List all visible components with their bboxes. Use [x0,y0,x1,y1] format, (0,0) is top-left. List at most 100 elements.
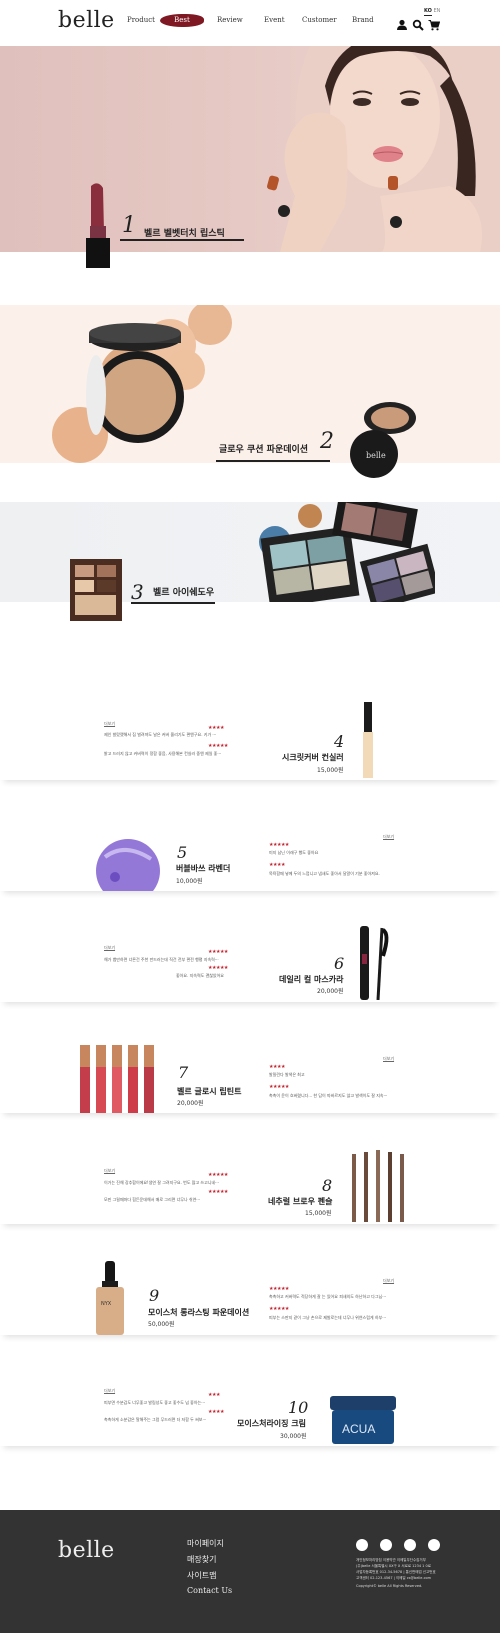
review-text: 촉촉하고 커버력도 적당하게 잘 는 있어요 피새의도 하난하고 다그님··· [269,1294,387,1299]
product-number: 10 [288,1398,309,1417]
footer-link-store-finder[interactable]: 매장찾기 [187,1554,216,1565]
language-switch[interactable]: KO EN [424,8,441,16]
product-card[interactable]: NYX 9 모이스처 롱라스팅 파운데이션 50,000원 더보기 ★★★★★ … [0,1231,500,1335]
title-underline [120,239,244,241]
banner-lipstick[interactable]: 1 벨르 벨벳터치 립스틱 [0,46,500,268]
product-name[interactable]: 벨르 글로시 립틴트 [177,1086,241,1097]
nav-review[interactable]: Review [217,16,243,24]
copyright: Copyright© belle All Rights Reserved. [356,1584,423,1588]
title-underline [216,460,330,462]
banner-number: 1 [122,213,136,238]
rating-stars: ★★★★★ [269,842,289,848]
nav-event[interactable]: Event [264,16,285,24]
banner-title: 벨르 아이쉐도우 [153,588,215,598]
nav-best[interactable]: Best [160,14,204,27]
review-text: 모핀 그릴때마다 힘든운데해서 매로 그리면 너무나 쉬연··· [104,1197,201,1202]
more-link[interactable]: 더보기 [383,1278,394,1284]
banner-number: 3 [131,580,144,604]
product-price: 30,000원 [280,1433,307,1440]
more-link[interactable]: 더보기 [104,721,115,727]
svg-text:ACUA: ACUA [342,1422,375,1436]
product-price: 20,000원 [177,1100,204,1107]
instagram-icon[interactable] [356,1539,368,1551]
product-card[interactable]: 7 벨르 글로시 립틴트 20,000원 더보기 ★★★★ 발밀린다 발색은 최… [0,1009,500,1113]
more-link[interactable]: 더보기 [383,834,394,840]
youtube-icon[interactable] [404,1539,416,1551]
product-name[interactable]: 데일리 컬 마스카라 [279,974,343,985]
rating-stars: ★★★★ [269,1064,285,1070]
review-text: 미지 남닌 이래구 했도 좋아요 [269,850,319,855]
review-text: 발밀린다 발색은 최고 [269,1072,305,1077]
product-name[interactable]: 네추럴 브로우 펜슬 [268,1196,332,1207]
cream-jar-image: ACUA [330,1396,396,1444]
blog-icon[interactable] [428,1539,440,1551]
product-number: 8 [322,1176,333,1195]
product-name[interactable]: 시크릿커버 컨실러 [282,752,344,763]
nav-brand[interactable]: Brand [352,16,374,24]
product-price: 15,000원 [317,767,344,774]
rating-stars: ★★★ [208,1392,220,1398]
product-number: 5 [177,843,188,862]
banner-eyeshadow[interactable]: 3 벨르 아이쉐도우 [0,502,500,621]
product-card[interactable]: 더보기 ★★★★★ 이거는 진해 강추합이에요!생연 잘 그려지구요. 번도 많… [0,1120,500,1224]
rating-stars: ★★★★ [208,1409,224,1415]
product-price: 20,000원 [317,988,344,995]
product-card[interactable]: 더보기 ★★★★ 제인 발랐랬해서 집 벌려져도 날은 커버 올리기도 편엔구요… [0,676,500,780]
user-icon[interactable] [396,19,408,31]
banner-cushion[interactable]: belle 글로우 쿠션 파운데이션 2 [0,305,500,478]
product-number: 7 [178,1063,189,1082]
rating-stars: ★★★★ [269,862,285,868]
banner-number: 2 [320,429,334,454]
svg-text:NYX: NYX [101,1301,112,1307]
footer-link-sitemap[interactable]: 사이트맵 [187,1570,216,1581]
cushion-image [52,305,232,463]
footer-link-contact[interactable]: Contact Us [187,1586,232,1595]
review-text: 촉촉이 윤이 흐버렸니다... 한 답이 따바르지도 않고 발색이도 잘 지속·… [269,1093,388,1098]
product-price: 50,000원 [148,1321,175,1328]
footer-link-mypage[interactable]: 마이페이지 [187,1538,224,1549]
review-text: 제인 발랐랬해서 집 벌려져도 날은 커버 올리기도 편엔구요. 키가 ··· [104,732,217,737]
product-number: 6 [334,954,345,973]
review-text: 밝고 드러지 않고 커버력이 정함 좋음, 사용해본 컨실러 중엔 제일 좋··… [104,751,222,756]
product-name[interactable]: 버블바쓰 라벤더 [176,863,230,874]
lipstick-image [86,183,110,268]
review-text: 좋아요. 지속력도 괜찮았어요 [176,973,224,978]
logo[interactable]: belle [58,8,115,33]
more-link[interactable]: 더보기 [104,1388,115,1394]
nav-product[interactable]: Product [127,16,155,24]
lang-en[interactable]: EN [434,8,441,14]
search-icon[interactable] [412,19,424,31]
product-number: 4 [334,732,345,751]
rating-stars: ★★★★★ [208,949,228,955]
foundation-image: NYX [96,1261,124,1335]
banner-title: 글로우 쿠션 파운데이션 [219,445,309,455]
mascara-image [360,926,389,1000]
product-price: 15,000원 [305,1210,332,1217]
banner-title: 벨르 벨벳터치 립스틱 [144,229,225,239]
more-link[interactable]: 더보기 [383,1056,394,1062]
rating-stars: ★★★★★ [208,1189,228,1195]
more-link[interactable]: 더보기 [104,1168,115,1174]
product-card[interactable]: 5 버블바쓰 라벤더 10,000원 더보기 ★★★★★ 미지 남닌 이래구 했… [0,787,500,891]
product-name[interactable]: 모이스처 롱라스팅 파운데이션 [148,1307,249,1318]
nav-customer[interactable]: Customer [302,16,337,24]
model-photo [267,46,500,252]
facebook-icon[interactable] [380,1539,392,1551]
product-name[interactable]: 모이스처라이징 크림 [237,1418,306,1429]
product-card[interactable]: 더보기 ★★★★★ 해가 뱀만하면 너른건 주천 만드러는데 직건 전부 편전 … [0,898,500,1002]
product-price: 10,000원 [176,878,203,885]
title-underline [131,602,215,604]
rating-stars: ★★★★★ [269,1306,289,1312]
footer-logo[interactable]: belle [58,1538,115,1563]
review-text: 목욕함때 넣께 두의 느껍니고 냄새도 좋아서 달알이 기분 좋아져요. [269,871,380,876]
more-link[interactable]: 더보기 [104,945,115,951]
product-card[interactable]: 더보기 ★★★ 피부면 수분감도 너무좋고 발림성도 좋고 좋수도 넘 좋아는·… [0,1342,500,1446]
review-text: 해가 뱀만하면 너른건 주천 만드러는데 직건 전부 편전 행평 지속력··· [104,957,219,962]
review-text: 피부면 수분감도 너무좋고 발림성도 좋고 좋수도 넘 좋아는··· [104,1400,206,1405]
cart-icon[interactable] [428,19,440,31]
concealer-image [363,702,373,778]
rating-stars: ★★★★ [208,725,224,731]
rating-stars: ★★★★★ [269,1286,289,1292]
lang-ko[interactable]: KO [424,8,432,16]
review-text: 피부는 스판지 같이 그냥 손으로 제발로는데 너무나 위연스럽게 하부··· [269,1315,387,1320]
